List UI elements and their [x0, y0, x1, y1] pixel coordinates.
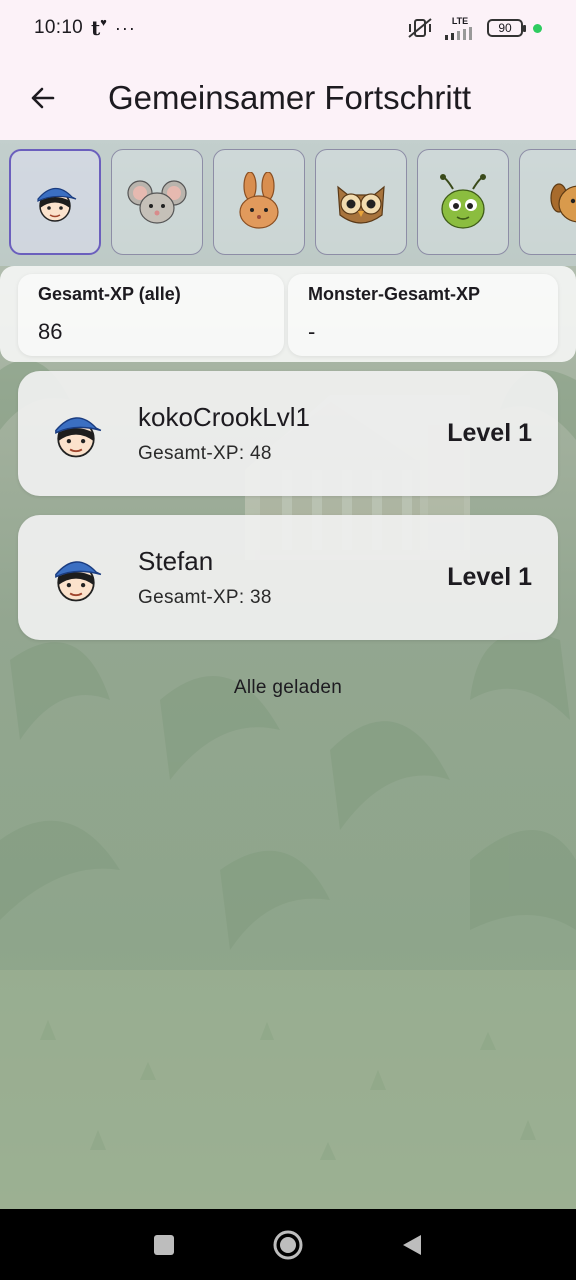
recents-button[interactable]	[146, 1227, 182, 1263]
player-xp: Gesamt-XP: 48	[138, 443, 272, 464]
bug-avatar-icon	[440, 174, 486, 229]
arrow-left-icon	[31, 87, 55, 109]
signal-icon: LTE	[443, 15, 477, 40]
battery-level: 90	[498, 21, 512, 35]
triangle-back-icon	[403, 1235, 421, 1255]
lte-label: LTE	[451, 15, 469, 26]
app-bar: Gemeinsamer Fortschritt	[0, 56, 576, 140]
xp-summary-panel: Gesamt-XP (alle) 86 Monster-Gesamt-XP -	[0, 266, 576, 362]
avatar-tile-boy[interactable]	[9, 149, 101, 255]
player-name: Stefan	[138, 546, 214, 576]
boy-cap-avatar-icon	[37, 187, 77, 222]
player-xp: Gesamt-XP: 38	[138, 587, 272, 608]
player-name: kokoCrookLvl1	[138, 402, 310, 432]
player-level: Level 1	[447, 419, 532, 447]
status-bar: 10:10 t ♥ ··· LTE 90	[0, 0, 576, 56]
monster-xp-card: Monster-Gesamt-XP -	[288, 274, 558, 356]
vibrate-off-icon	[408, 18, 432, 38]
dog-avatar-icon	[550, 183, 576, 223]
avatar-tile-bug[interactable]	[417, 149, 509, 255]
owl-avatar-icon	[337, 185, 385, 224]
battery-icon: 90	[487, 19, 526, 37]
avatar-tile-rabbit[interactable]	[213, 149, 305, 255]
avatar-selector	[0, 140, 576, 266]
boy-cap-avatar-icon	[55, 560, 102, 601]
more-notifications-icon: ···	[114, 17, 136, 38]
monster-xp-value: -	[308, 319, 316, 344]
avatar-tile-owl[interactable]	[315, 149, 407, 255]
player-level: Level 1	[447, 563, 532, 591]
navigation-bar	[0, 1209, 576, 1280]
content-area: Gesamt-XP (alle) 86 Monster-Gesamt-XP - …	[0, 140, 576, 1209]
status-time: 10:10	[34, 17, 84, 38]
rabbit-avatar-icon	[239, 172, 279, 229]
avatar-tile-dog[interactable]	[519, 149, 576, 255]
back-button[interactable]	[12, 68, 72, 128]
monster-xp-label: Monster-Gesamt-XP	[308, 284, 481, 304]
boy-cap-avatar-icon	[55, 416, 102, 457]
all-loaded-text: Alle geladen	[233, 677, 343, 698]
page-title: Gemeinsamer Fortschritt	[108, 79, 472, 116]
square-icon	[154, 1235, 174, 1255]
privacy-indicator-dot	[533, 23, 542, 33]
mouse-avatar-icon	[127, 180, 187, 224]
player-info: kokoCrookLvl1 Gesamt-XP: 48	[138, 402, 310, 465]
back-nav-button[interactable]	[394, 1227, 430, 1263]
heart-icon: ♥	[100, 17, 107, 29]
avatar-tile-mouse[interactable]	[111, 149, 203, 255]
total-xp-label: Gesamt-XP (alle)	[38, 284, 181, 304]
circle-home-icon	[273, 1230, 303, 1260]
tumblr-icon: t	[91, 16, 101, 40]
total-xp-value: 86	[38, 319, 63, 344]
total-xp-card: Gesamt-XP (alle) 86	[18, 274, 284, 356]
player-info: Stefan Gesamt-XP: 38	[138, 546, 272, 609]
player-card[interactable]: kokoCrookLvl1 Gesamt-XP: 48 Level 1	[18, 371, 558, 496]
player-card[interactable]: Stefan Gesamt-XP: 38 Level 1	[18, 515, 558, 640]
home-button[interactable]	[270, 1227, 306, 1263]
